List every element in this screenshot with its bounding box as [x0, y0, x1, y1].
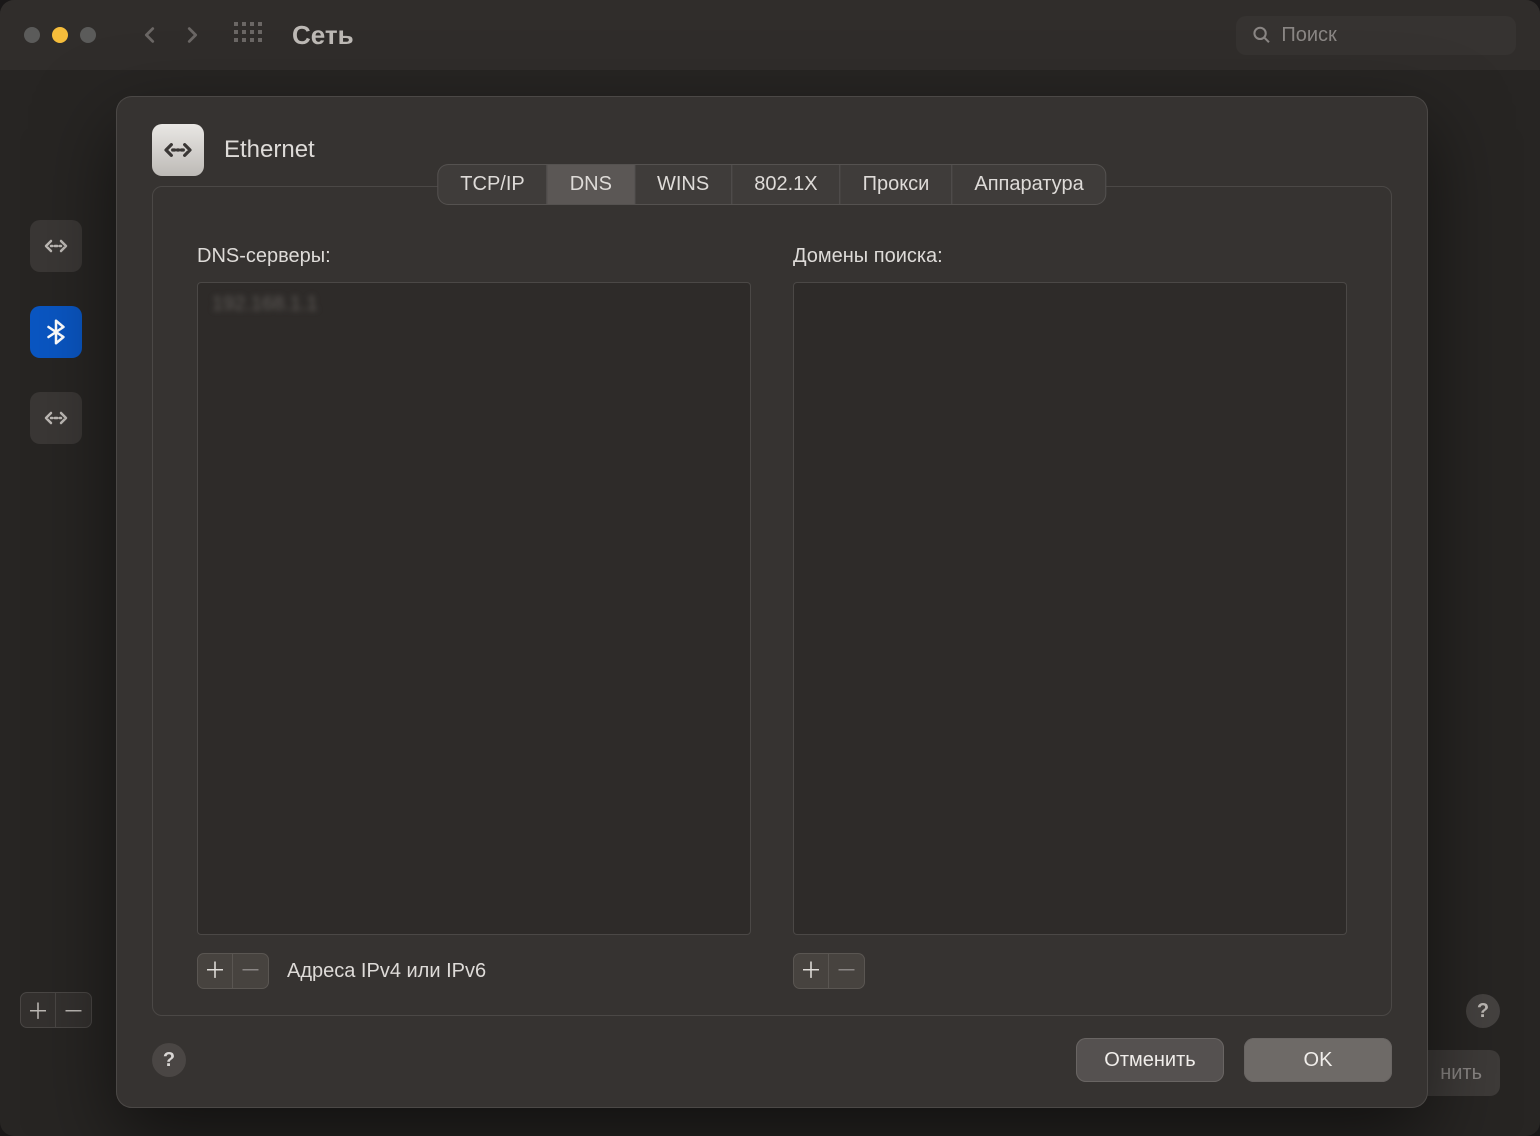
sheet-footer: ? Отменить OK	[152, 1038, 1392, 1082]
tab-proxy[interactable]: Прокси	[841, 165, 953, 204]
parent-help-button[interactable]: ?	[1466, 994, 1500, 1028]
dns-servers-list[interactable]: 192.168.1.1	[197, 282, 751, 935]
sidebar-service-bluetooth[interactable]	[30, 306, 82, 358]
cancel-button[interactable]: Отменить	[1076, 1038, 1224, 1082]
window-close-button[interactable]	[24, 27, 40, 43]
add-service-button[interactable]: ＋	[20, 992, 56, 1028]
search-domains-list[interactable]	[793, 282, 1347, 935]
interface-name: Ethernet	[224, 136, 315, 164]
interface-type-icon	[152, 124, 204, 176]
services-sidebar	[30, 220, 82, 444]
tab-dns[interactable]: DNS	[548, 165, 635, 204]
remove-service-button[interactable]: －	[56, 992, 92, 1028]
dns-servers-footer: ＋ － Адреса IPv4 или IPv6	[197, 953, 751, 989]
window-title: Сеть	[292, 20, 354, 51]
ethernet-icon	[41, 231, 71, 261]
help-button[interactable]: ?	[152, 1043, 186, 1077]
bluetooth-icon	[41, 317, 71, 347]
window-minimize-button[interactable]	[52, 27, 68, 43]
dns-servers-column: DNS-серверы: 192.168.1.1 ＋ － Адреса IPv4…	[197, 245, 751, 989]
sidebar-service-other[interactable]	[30, 392, 82, 444]
search-input[interactable]	[1281, 24, 1500, 47]
sidebar-service-ethernet[interactable]	[30, 220, 82, 272]
nav-back-button[interactable]	[136, 21, 164, 49]
tab-hardware[interactable]: Аппаратура	[952, 165, 1105, 204]
window-zoom-button[interactable]	[80, 27, 96, 43]
window-traffic-lights	[24, 27, 96, 43]
settings-panel: TCP/IP DNS WINS 802.1X Прокси Аппаратура…	[152, 186, 1392, 1016]
show-all-icon[interactable]	[234, 22, 260, 48]
dns-server-entry[interactable]: 192.168.1.1	[212, 293, 736, 316]
add-dns-server-button[interactable]: ＋	[197, 953, 233, 989]
tab-tcpip[interactable]: TCP/IP	[438, 165, 547, 204]
remove-search-domain-button[interactable]: －	[829, 953, 865, 989]
search-domains-label: Домены поиска:	[793, 245, 1347, 268]
remove-dns-server-button[interactable]: －	[233, 953, 269, 989]
nav-forward-button[interactable]	[178, 21, 206, 49]
search-domains-column: Домены поиска: ＋ －	[793, 245, 1347, 989]
dns-servers-label: DNS-серверы:	[197, 245, 751, 268]
settings-tabs: TCP/IP DNS WINS 802.1X Прокси Аппаратура	[438, 165, 1105, 204]
tab-8021x[interactable]: 802.1X	[732, 165, 840, 204]
services-add-remove: ＋ －	[20, 992, 92, 1028]
dns-servers-hint: Адреса IPv4 или IPv6	[287, 960, 486, 983]
search-domains-footer: ＋ －	[793, 953, 1347, 989]
tab-wins[interactable]: WINS	[635, 165, 732, 204]
ethernet-icon	[41, 403, 71, 433]
ok-button[interactable]: OK	[1244, 1038, 1392, 1082]
advanced-settings-sheet: Ethernet TCP/IP DNS WINS 802.1X Прокси А…	[116, 96, 1428, 1108]
search-icon	[1252, 24, 1271, 46]
add-search-domain-button[interactable]: ＋	[793, 953, 829, 989]
window-titlebar: Сеть	[0, 0, 1540, 70]
ethernet-icon	[162, 134, 194, 166]
search-field[interactable]	[1236, 16, 1516, 55]
